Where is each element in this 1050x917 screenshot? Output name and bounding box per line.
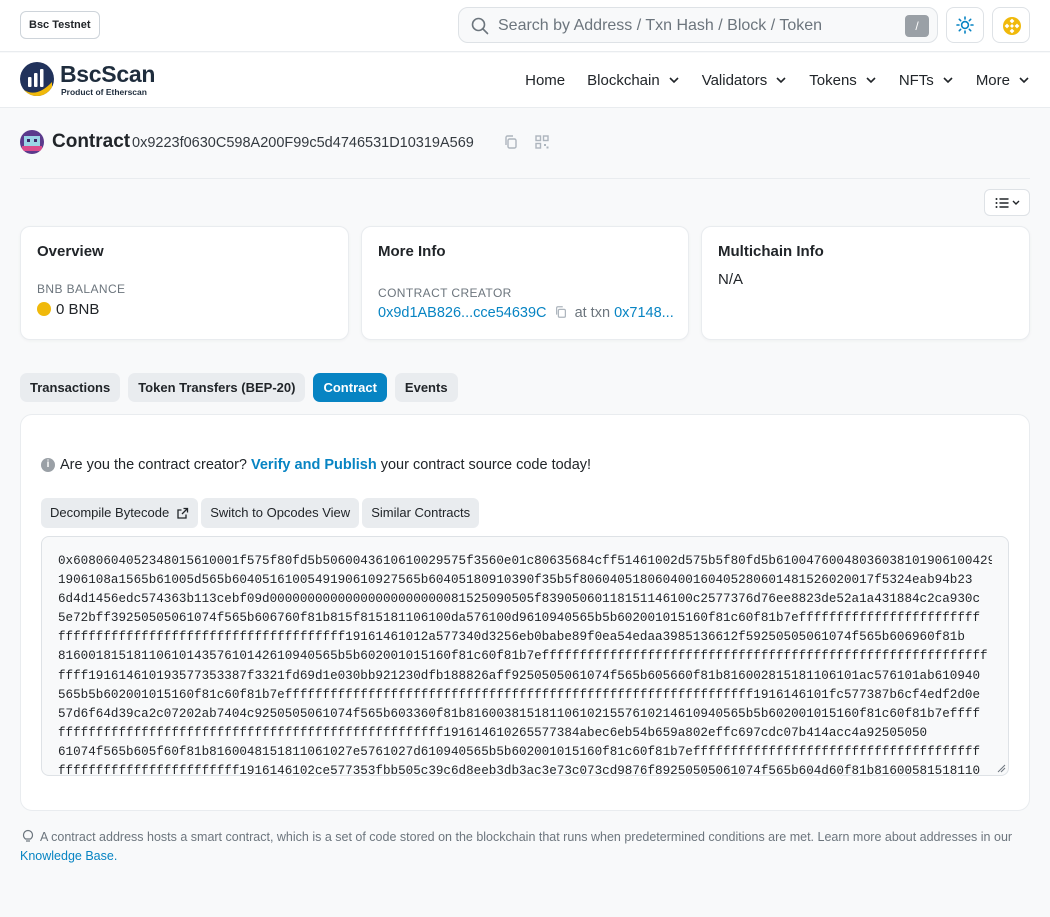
brand-tagline: Product of Etherscan bbox=[61, 87, 147, 97]
verify-suffix: your contract source code today! bbox=[380, 457, 592, 473]
contract-address: 0x9223f0630C598A200F99c5d4746531D10319A5… bbox=[132, 135, 474, 151]
resize-handle-icon[interactable] bbox=[996, 763, 1006, 773]
tab-token-transfers[interactable]: Token Transfers (BEP-20) bbox=[128, 373, 306, 402]
chevron-down-icon bbox=[669, 77, 679, 84]
knowledge-base-link[interactable]: Knowledge Base. bbox=[20, 849, 117, 863]
bnb-coin-icon bbox=[37, 302, 51, 316]
tab-transactions[interactable]: Transactions bbox=[20, 373, 121, 402]
creator-row: 0x9d1AB826...cce54639C at txn 0x7148... bbox=[378, 305, 674, 321]
verify-publish-link[interactable]: Verify and Publish bbox=[251, 457, 377, 473]
brand-name: BscScan bbox=[60, 61, 156, 87]
network-badge[interactable]: Bsc Testnet bbox=[20, 11, 100, 39]
bnb-logo-icon bbox=[1003, 17, 1021, 35]
list-filter-icon bbox=[995, 198, 1020, 208]
nav-item-nfts[interactable]: NFTs bbox=[899, 72, 954, 89]
tab-events[interactable]: Events bbox=[394, 373, 458, 402]
copy-icon[interactable] bbox=[503, 134, 519, 150]
multichain-value: N/A bbox=[718, 271, 744, 288]
bnb-network-button[interactable] bbox=[992, 7, 1030, 43]
bytecode-actions: Decompile Bytecode Switch to Opcodes Vie… bbox=[41, 498, 482, 528]
bscscan-logo-icon bbox=[20, 62, 54, 96]
bytecode-text: 0x6080604052348015610001f575f80fd5b50600… bbox=[58, 554, 992, 776]
more-info-card: More Info CONTRACT CREATOR 0x9d1AB826...… bbox=[361, 226, 689, 340]
qr-code-icon[interactable] bbox=[534, 134, 550, 150]
contract-avatar bbox=[20, 130, 44, 154]
chevron-down-icon bbox=[866, 77, 876, 84]
nav-label: Validators bbox=[701, 71, 768, 89]
search-input[interactable]: Search by Address / Txn Hash / Block / T… bbox=[498, 17, 822, 35]
main-nav: BscScan Product of Etherscan Home Blockc… bbox=[0, 53, 1050, 108]
bscscan-logo[interactable]: BscScan Product of Etherscan bbox=[20, 61, 160, 101]
tab-bar: Transactions Token Transfers (BEP-20) Co… bbox=[20, 373, 466, 402]
address-footnote: A contract address hosts a smart contrac… bbox=[20, 828, 1030, 866]
search-shortcut-key: / bbox=[905, 15, 929, 37]
at-txn-label: at txn bbox=[574, 305, 611, 321]
theme-toggle-button[interactable] bbox=[946, 7, 984, 43]
nav-label: NFTs bbox=[898, 71, 934, 89]
decompile-button[interactable]: Decompile Bytecode bbox=[41, 498, 199, 528]
search-box[interactable]: Search by Address / Txn Hash / Block / T… bbox=[458, 7, 938, 43]
button-label: Decompile Bytecode bbox=[50, 505, 170, 520]
nav-item-home[interactable]: Home bbox=[525, 72, 565, 89]
sun-icon bbox=[956, 16, 974, 34]
nav-item-validators[interactable]: Validators bbox=[702, 72, 788, 89]
nav-links: Home Blockchain Validators Tokens NFTs M… bbox=[503, 53, 1030, 107]
external-link-icon bbox=[177, 507, 189, 519]
copy-icon[interactable] bbox=[554, 305, 568, 319]
page-title: Contract bbox=[52, 131, 131, 152]
balance-value: 0 BNB bbox=[56, 301, 100, 318]
creation-txn-link[interactable]: 0x7148... bbox=[614, 305, 674, 321]
chevron-down-icon bbox=[943, 77, 953, 84]
divider bbox=[20, 178, 1030, 179]
balance-label: BNB BALANCE bbox=[37, 282, 126, 296]
overview-card: Overview BNB BALANCE 0 BNB bbox=[20, 226, 349, 340]
opcodes-view-button[interactable]: Switch to Opcodes View bbox=[201, 498, 360, 528]
top-bar: Bsc Testnet Search by Address / Txn Hash… bbox=[0, 0, 1050, 52]
multichain-card: Multichain Info N/A bbox=[701, 226, 1030, 340]
card-title: Multichain Info bbox=[718, 243, 824, 260]
contract-header: Contract 0x9223f0630C598A200F99c5d474653… bbox=[20, 128, 1030, 158]
options-dropdown-button[interactable] bbox=[984, 189, 1030, 216]
verify-prompt: i Are you the contract creator? Verify a… bbox=[41, 457, 591, 473]
creator-address-link[interactable]: 0x9d1AB826...cce54639C bbox=[378, 305, 547, 321]
bytecode-textarea[interactable]: 0x6080604052348015610001f575f80fd5b50600… bbox=[41, 536, 1009, 776]
creator-label: CONTRACT CREATOR bbox=[378, 286, 512, 300]
search-icon bbox=[471, 17, 489, 35]
lightbulb-icon bbox=[22, 829, 34, 842]
footnote-text: A contract address hosts a smart contrac… bbox=[40, 830, 1013, 844]
tab-contract[interactable]: Contract bbox=[313, 373, 387, 402]
nav-item-tokens[interactable]: Tokens bbox=[809, 72, 877, 89]
chevron-down-icon bbox=[776, 77, 786, 84]
chevron-down-icon bbox=[1019, 77, 1029, 84]
nav-item-more[interactable]: More bbox=[976, 72, 1030, 89]
nav-label: More bbox=[975, 71, 1010, 89]
nav-label: Home bbox=[525, 71, 566, 89]
nav-label: Blockchain bbox=[587, 71, 660, 89]
card-title: Overview bbox=[37, 243, 104, 260]
nav-label: Tokens bbox=[809, 71, 857, 89]
contract-panel: i Are you the contract creator? Verify a… bbox=[20, 414, 1030, 811]
card-title: More Info bbox=[378, 243, 446, 260]
balance-value-row: 0 BNB bbox=[37, 301, 99, 318]
nav-item-blockchain[interactable]: Blockchain bbox=[587, 72, 680, 89]
similar-contracts-button[interactable]: Similar Contracts bbox=[362, 498, 480, 528]
info-icon: i bbox=[41, 458, 55, 472]
verify-prefix: Are you the contract creator? bbox=[60, 457, 247, 473]
